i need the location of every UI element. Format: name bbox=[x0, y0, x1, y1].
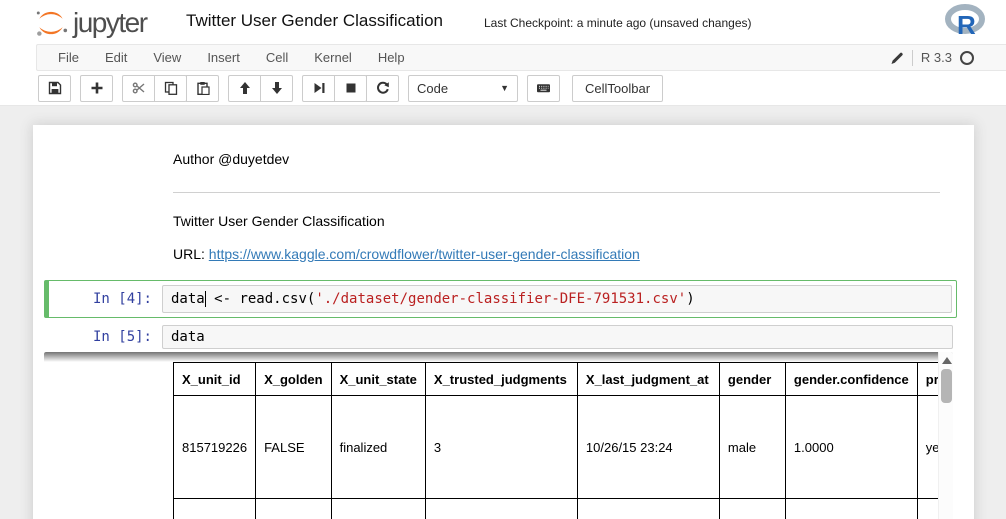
col-header: X_unit_state bbox=[331, 363, 425, 396]
kernel-idle-circle-icon bbox=[960, 51, 974, 65]
output-scroll-area[interactable]: X_unit_id X_golden X_unit_state X_truste… bbox=[44, 352, 953, 519]
notebook-header: jupyter Twitter User Gender Classificati… bbox=[0, 0, 1006, 44]
checkpoint-status: Last Checkpoint: a minute ago (unsaved c… bbox=[484, 16, 752, 30]
notebook-container: Author @duyetdev Twitter User Gender Cla… bbox=[33, 125, 974, 519]
url-label: URL: bbox=[173, 246, 209, 262]
toolbar: Code ▼ CellToolbar bbox=[0, 71, 1006, 106]
stop-icon bbox=[344, 81, 358, 95]
table-cell bbox=[719, 499, 785, 519]
command-palette-button[interactable] bbox=[527, 75, 560, 102]
code-line-5: data bbox=[171, 329, 205, 345]
save-icon bbox=[48, 81, 62, 95]
paste-icon bbox=[196, 81, 210, 95]
notebook-title[interactable]: Twitter User Gender Classification bbox=[186, 11, 443, 31]
col-header: gender.confidence bbox=[785, 363, 917, 396]
table-cell: 1.0000 bbox=[785, 396, 917, 499]
code-cell-4[interactable]: In [4]: data <- read.csv('./dataset/gend… bbox=[44, 280, 957, 318]
paste-button[interactable] bbox=[186, 75, 219, 102]
code-input-4[interactable]: data <- read.csv('./dataset/gender-class… bbox=[162, 285, 952, 313]
markdown-divider bbox=[173, 192, 940, 193]
copy-button[interactable] bbox=[154, 75, 187, 102]
table-cell: male bbox=[719, 396, 785, 499]
run-icon bbox=[312, 81, 326, 95]
table-cell: 815719226 bbox=[174, 396, 256, 499]
col-header: gender bbox=[719, 363, 785, 396]
table-cell: FALSE bbox=[256, 396, 332, 499]
menu-edit[interactable]: Edit bbox=[92, 45, 140, 70]
run-cell-button[interactable] bbox=[302, 75, 335, 102]
table-cell bbox=[425, 499, 577, 519]
menu-file[interactable]: File bbox=[45, 45, 92, 70]
r-kernel-logo-icon: R bbox=[944, 3, 988, 41]
notebook-page-background: Author @duyetdev Twitter User Gender Cla… bbox=[0, 106, 1006, 519]
table-cell bbox=[331, 499, 425, 519]
output-vertical-scrollbar[interactable] bbox=[938, 352, 953, 519]
scrollbar-up-arrow-icon[interactable] bbox=[942, 357, 952, 364]
move-cell-down-button[interactable] bbox=[260, 75, 293, 102]
markdown-cell-title[interactable]: Twitter User Gender Classification bbox=[173, 213, 385, 229]
dataframe-table: X_unit_id X_golden X_unit_state X_truste… bbox=[173, 362, 953, 519]
scrollbar-thumb[interactable] bbox=[941, 369, 952, 403]
markdown-cell-url: URL: https://www.kaggle.com/crowdflower/… bbox=[173, 246, 640, 262]
chevron-down-icon: ▼ bbox=[500, 83, 509, 93]
menu-insert[interactable]: Insert bbox=[194, 45, 253, 70]
cut-icon bbox=[132, 81, 146, 95]
col-header: X_golden bbox=[256, 363, 332, 396]
menu-kernel[interactable]: Kernel bbox=[301, 45, 365, 70]
col-header: X_unit_id bbox=[174, 363, 256, 396]
menubar: File Edit View Insert Cell Kernel Help R… bbox=[36, 44, 1006, 71]
jupyter-logo-text: jupyter bbox=[73, 7, 147, 39]
table-row bbox=[174, 499, 954, 519]
table-cell: finalized bbox=[331, 396, 425, 499]
code-line-4: data <- read.csv('./dataset/gender-class… bbox=[171, 291, 695, 307]
jupyter-logo[interactable]: jupyter bbox=[33, 5, 147, 41]
input-prompt-4: In [4]: bbox=[49, 281, 162, 317]
cell-type-value: Code bbox=[417, 81, 448, 96]
cut-button[interactable] bbox=[122, 75, 155, 102]
kaggle-dataset-link[interactable]: https://www.kaggle.com/crowdflower/twitt… bbox=[209, 246, 640, 262]
restart-kernel-button[interactable] bbox=[366, 75, 399, 102]
svg-text:R: R bbox=[957, 10, 976, 40]
copy-icon bbox=[164, 81, 178, 95]
table-cell: 10/26/15 23:24 bbox=[577, 396, 719, 499]
code-input-5[interactable]: data bbox=[162, 325, 953, 349]
jupyter-logo-icon bbox=[33, 5, 69, 41]
move-down-icon bbox=[270, 81, 284, 95]
add-cell-icon bbox=[90, 81, 104, 95]
add-cell-button[interactable] bbox=[80, 75, 113, 102]
move-cell-up-button[interactable] bbox=[228, 75, 261, 102]
table-row: 815719226 FALSE finalized 3 10/26/15 23:… bbox=[174, 396, 954, 499]
interrupt-kernel-button[interactable] bbox=[334, 75, 367, 102]
table-cell bbox=[174, 499, 256, 519]
col-header: X_last_judgment_at bbox=[577, 363, 719, 396]
menu-help[interactable]: Help bbox=[365, 45, 418, 70]
celltoolbar-button[interactable]: CellToolbar bbox=[572, 75, 663, 102]
keyboard-icon bbox=[536, 81, 551, 95]
col-header: X_trusted_judgments bbox=[425, 363, 577, 396]
move-up-icon bbox=[238, 81, 252, 95]
output-scroll-inset-shadow bbox=[44, 352, 953, 362]
menu-cell[interactable]: Cell bbox=[253, 45, 301, 70]
kernel-name: R 3.3 bbox=[921, 50, 952, 65]
table-cell: 3 bbox=[425, 396, 577, 499]
markdown-cell-author[interactable]: Author @duyetdev bbox=[173, 151, 289, 167]
save-button[interactable] bbox=[38, 75, 71, 102]
table-cell bbox=[577, 499, 719, 519]
table-cell bbox=[256, 499, 332, 519]
menu-view[interactable]: View bbox=[140, 45, 194, 70]
menubar-status-area: R 3.3 bbox=[890, 45, 988, 70]
code-cell-5[interactable]: In [5]: data bbox=[44, 321, 957, 353]
cell-type-dropdown[interactable]: Code ▼ bbox=[408, 75, 518, 102]
menubar-divider bbox=[912, 50, 913, 66]
table-header-row: X_unit_id X_golden X_unit_state X_truste… bbox=[174, 363, 954, 396]
table-cell bbox=[785, 499, 917, 519]
pencil-icon bbox=[890, 51, 904, 65]
restart-icon bbox=[376, 81, 390, 95]
input-prompt-5: In [5]: bbox=[44, 321, 162, 353]
